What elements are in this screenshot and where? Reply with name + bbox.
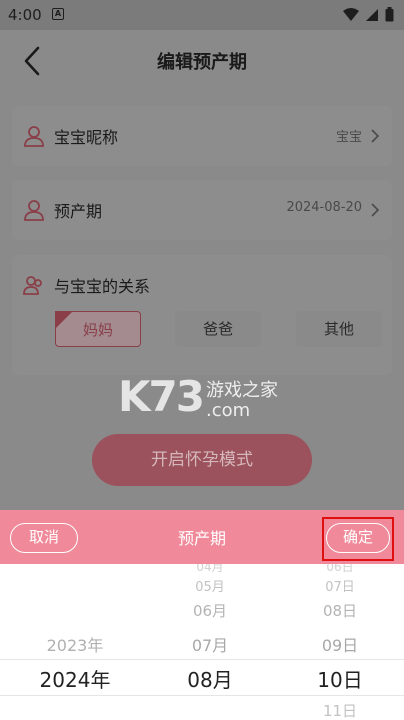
month-item: 07月: [191, 636, 229, 655]
watermark-cn: 游戏之家: [206, 380, 278, 401]
due-date-row[interactable]: 预产期 2024-08-20: [12, 180, 392, 240]
relation-option-mom[interactable]: 妈妈: [55, 311, 141, 347]
highlight-box: [322, 517, 394, 561]
status-icons: [343, 7, 394, 22]
watermark-domain: .com: [206, 400, 251, 421]
nickname-label: 宝宝昵称: [54, 128, 119, 147]
month-item: 05月: [195, 580, 225, 595]
due-date-label: 预产期: [54, 202, 103, 221]
month-item-selected: 08月: [187, 668, 233, 692]
relation-option-other[interactable]: 其他: [296, 311, 382, 347]
day-item: 11日: [322, 702, 358, 720]
status-bar: 4:00 A: [0, 0, 404, 30]
day-item-selected: 10日: [317, 668, 363, 692]
day-item: 06日: [326, 564, 354, 574]
month-item: 04月: [196, 564, 224, 574]
relation-option-label: 妈妈: [82, 321, 113, 339]
day-item: 07日: [325, 580, 355, 595]
header: 编辑预产期: [0, 30, 404, 90]
status-time: 4:00: [8, 6, 42, 24]
nickname-row[interactable]: 宝宝昵称 宝宝: [12, 106, 392, 166]
due-date-value: 2024-08-20: [286, 200, 362, 215]
wifi-icon: [343, 7, 359, 21]
day-wheel[interactable]: 06日 07日 08日 09日 10日 11日: [280, 564, 400, 720]
notification-badge-icon: A: [52, 8, 64, 20]
year-item: 2023年: [46, 636, 104, 655]
k73-watermark: K73 游戏之家 .com: [118, 370, 298, 430]
day-item: 08日: [322, 602, 358, 620]
battery-icon: [385, 7, 394, 22]
chevron-right-icon: [371, 203, 380, 217]
month-item: 06月: [192, 602, 228, 620]
year-wheel[interactable]: 2023年 2024年: [20, 564, 130, 720]
day-item: 09日: [321, 636, 359, 655]
signal-icon: [366, 8, 378, 21]
watermark-brand: K73: [118, 372, 205, 421]
family-icon: [23, 276, 42, 295]
selected-check-icon: [55, 311, 73, 329]
start-pregnancy-mode-button[interactable]: 开启怀孕模式: [92, 434, 312, 486]
relation-option-label: 其他: [323, 320, 354, 338]
page-title: 编辑预产期: [157, 52, 247, 73]
month-wheel[interactable]: 04月 05月 06月 07月 08月: [150, 564, 270, 720]
chevron-right-icon: [371, 129, 380, 143]
relation-option-label: 爸爸: [202, 320, 233, 338]
person-icon: [24, 200, 44, 221]
person-icon: [24, 126, 44, 147]
year-item-selected: 2024年: [39, 668, 111, 692]
date-picker[interactable]: 2023年 2024年 04月 05月 06月 07月 08月 06日 07日 …: [0, 564, 404, 720]
relation-title: 与宝宝的关系: [54, 277, 151, 296]
nickname-value: 宝宝: [335, 130, 362, 145]
relation-option-dad[interactable]: 爸爸: [175, 311, 261, 347]
relation-card: 与宝宝的关系 妈妈 爸爸 其他: [12, 255, 392, 375]
